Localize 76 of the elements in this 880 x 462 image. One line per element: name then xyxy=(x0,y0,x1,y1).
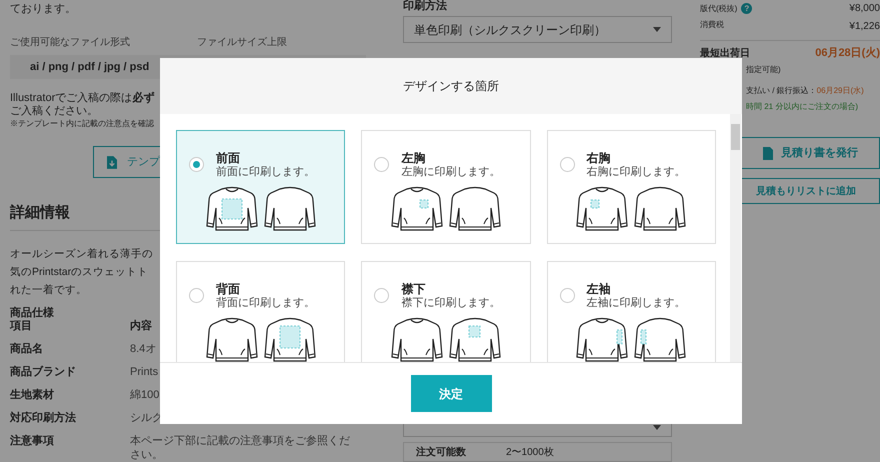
field-label: ご使用可能なファイル形式 xyxy=(10,37,131,49)
file-download-icon xyxy=(107,156,117,168)
price-value: ¥1,226 xyxy=(849,20,880,34)
option-title: 襟下 xyxy=(401,282,426,297)
table-cell-text: 注文可能数 xyxy=(415,445,467,460)
option-title: 左袖 xyxy=(586,282,612,297)
illustrator-note: Illustratorでご入稿の際は必ず xyxy=(10,92,154,105)
table-cell-text: 本ページ下部に記載の注意事項をご参照ください。 xyxy=(130,434,351,462)
option-description: 左胸に印刷します。 xyxy=(401,166,500,180)
illustrator-note: ご入稿ください。 xyxy=(10,105,98,118)
sweatshirt-front-icon xyxy=(204,316,259,362)
print-location-card[interactable]: 襟下 襟下に印刷します。 xyxy=(361,261,531,362)
table-cell-text: 8.4オ xyxy=(130,342,158,356)
radio-button[interactable] xyxy=(374,157,390,172)
sweatshirt-back-icon xyxy=(633,186,688,232)
table-cell-text: 綿100 xyxy=(130,388,160,402)
price-value: ¥8,000 xyxy=(849,2,880,16)
table-cell-text: 商品ブランド xyxy=(10,365,77,379)
shipping-label: 最短出荷日 xyxy=(700,47,750,60)
sweatshirt-back-icon xyxy=(633,316,688,362)
print-location-card[interactable]: 前面 前面に印刷します。 xyxy=(176,130,346,244)
option-description: 左袖に印刷します。 xyxy=(586,297,686,311)
modal-title: デザインする箇所 xyxy=(403,78,499,95)
description-text: 気のPrintstarのスウェットト xyxy=(10,265,148,280)
print-location-card[interactable]: 左袖 左袖に印刷します。 xyxy=(546,261,716,362)
caret-icon xyxy=(653,27,661,32)
option-title: 背面 xyxy=(216,282,241,296)
scrollbar[interactable] xyxy=(730,114,741,362)
sweatshirt-front-icon xyxy=(390,316,444,362)
sweatshirt-front-icon xyxy=(575,316,630,362)
sweatshirt-back-icon xyxy=(262,186,317,232)
radio-button[interactable] xyxy=(560,157,575,172)
option-title: 前面 xyxy=(216,151,241,166)
option-description: 背面に印刷します。 xyxy=(216,297,315,311)
payment-note: 支払い / 銀行振込： xyxy=(746,85,817,97)
option-title: 右胸 xyxy=(586,151,612,166)
table-cell-text: 2〜1000枚 xyxy=(505,446,554,460)
table-cell-text: Prints xyxy=(130,365,160,379)
radio-button[interactable] xyxy=(374,288,390,303)
shipping-date: 06月28日(火) xyxy=(815,47,880,60)
field-label: ファイルサイズ上限 xyxy=(197,37,287,49)
sweatshirt-back-icon xyxy=(448,316,502,362)
print-location-card[interactable]: 右胸 右胸に印刷します。 xyxy=(546,130,716,244)
option-description: 前面に印刷します。 xyxy=(216,166,315,180)
option-description: 襟下に印刷します。 xyxy=(401,297,500,311)
price-label: 版代(税抜) xyxy=(700,2,738,14)
sweatshirt-back-icon xyxy=(448,186,502,232)
table-cell-text: 注意事項 xyxy=(10,434,55,449)
print-method-select[interactable]: 単色印刷（シルクスクリーン印刷） xyxy=(403,16,672,43)
description-text: れた一着です。 xyxy=(10,283,87,298)
column-header: 項目 xyxy=(10,320,33,333)
sweatshirt-front-icon xyxy=(204,186,259,232)
table-cell-text: 生地素材 xyxy=(10,388,55,402)
radio-button[interactable] xyxy=(560,288,575,303)
payment-date: 06月29日(水) xyxy=(816,85,864,97)
option-description: 右胸に印刷します。 xyxy=(586,166,686,180)
section-heading: 詳細情報 xyxy=(10,204,70,222)
sweatshirt-back-icon xyxy=(262,316,317,362)
template-note: ※テンプレート内に記載の注意点を確認 xyxy=(10,118,154,129)
sweatshirt-front-icon xyxy=(390,186,444,232)
price-label: 消費税 xyxy=(700,19,724,31)
print-location-card[interactable]: 背面 背面に印刷します。 xyxy=(176,261,346,362)
radio-button[interactable] xyxy=(189,157,204,172)
table-cell-text: 商品名 xyxy=(10,342,44,356)
intro-text: ております。 xyxy=(10,2,76,16)
radio-button[interactable] xyxy=(189,288,204,303)
option-title: 左胸 xyxy=(401,151,426,166)
document-icon xyxy=(763,146,773,160)
column-header: 内容 xyxy=(130,320,152,333)
description-text: オールシーズン着れる薄手の xyxy=(10,247,153,262)
deadline-note: 時間 21 分以内にご注文の場合) xyxy=(745,101,858,113)
print-location-card[interactable]: 左胸 左胸に印刷します。 xyxy=(361,130,531,244)
table-cell-text: 対応印刷方法 xyxy=(10,411,77,425)
shipping-note: 指定可能) xyxy=(745,64,781,76)
sweatshirt-front-icon xyxy=(575,186,630,232)
spec-heading: 商品仕様 xyxy=(10,307,54,320)
